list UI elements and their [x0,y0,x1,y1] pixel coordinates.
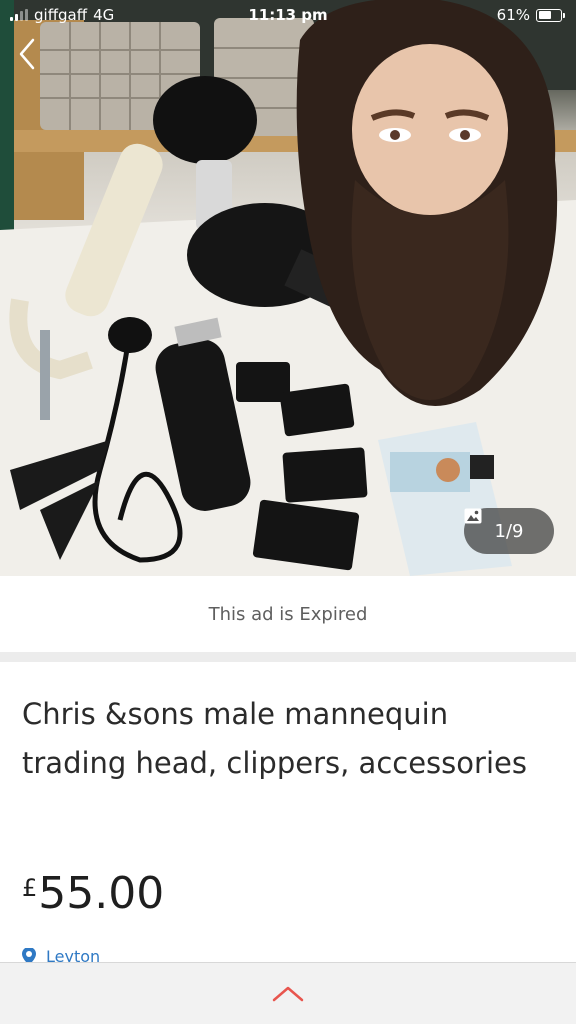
photo-illustration [0,0,576,576]
price-currency: £ [22,874,38,902]
listing-photo[interactable]: 1/9 [0,0,576,576]
expand-drawer-button[interactable] [258,974,318,1014]
battery-icon [536,8,565,22]
listing-price: £ 55.00 [22,868,164,919]
status-bar: giffgaff 4G 11:13 pm 61% [0,0,576,30]
chevron-up-icon [272,986,304,1001]
expired-notice-text: This ad is Expired [208,603,368,625]
photo-counter-text: 1/9 [494,520,524,542]
listing-title: Chris &sons male mannequin trading head,… [22,697,527,780]
network-type: 4G [93,6,115,24]
expired-notice: This ad is Expired [0,576,576,652]
battery-percent: 61% [496,6,530,24]
image-icon [464,508,482,524]
section-divider [0,652,576,662]
signal-strength-icon [10,9,28,21]
carrier-name: giffgaff [34,6,88,24]
chevron-left-icon [19,38,35,70]
bottom-drawer-bar [0,962,576,1024]
back-button[interactable] [18,38,52,78]
photo-counter-badge[interactable]: 1/9 [464,508,554,554]
price-amount: 55.00 [38,868,165,919]
